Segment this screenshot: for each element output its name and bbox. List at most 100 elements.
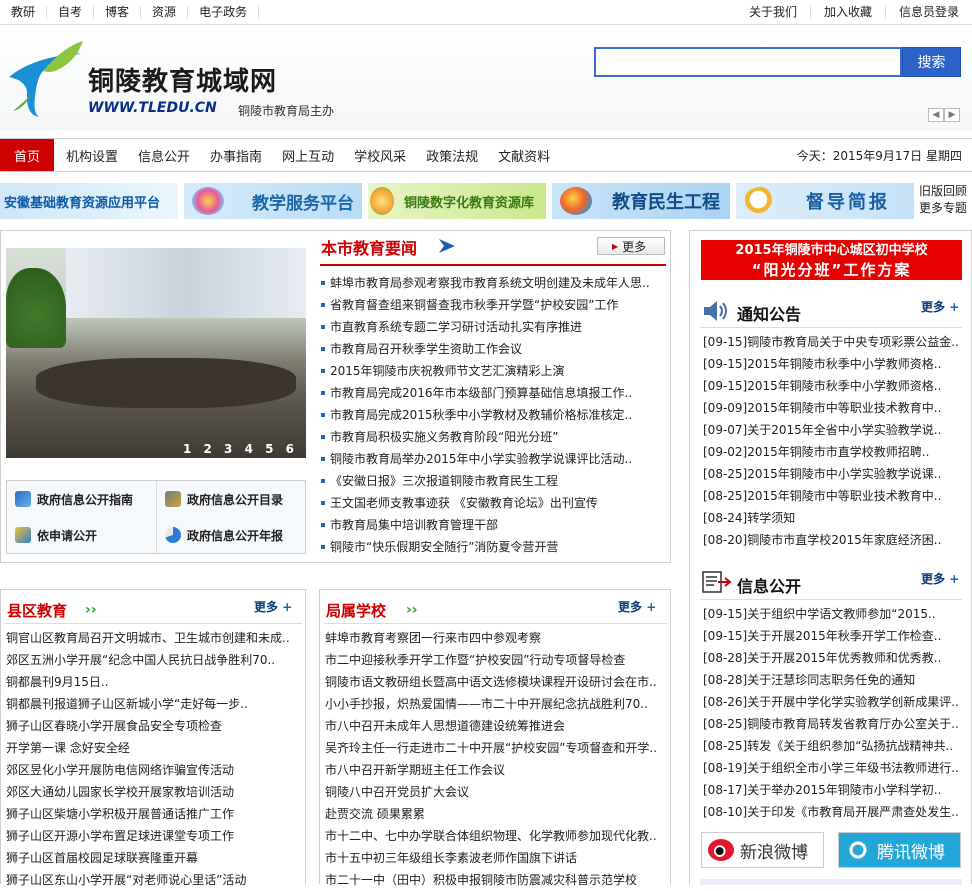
list-item[interactable]: [09-07]关于2015年全省中小学实验教学说..: [703, 419, 961, 441]
list-item[interactable]: [08-19]关于组织全市小学三年级书法教师进行..: [703, 757, 961, 779]
list-item[interactable]: 市八中召开新学期班主任工作会议: [325, 759, 667, 781]
nav-home[interactable]: 首页: [0, 139, 55, 171]
list-item[interactable]: [09-15]2015年铜陵市秋季中小学教师资格..: [703, 353, 961, 375]
list-item[interactable]: [09-09]2015年铜陵市中等职业技术教育中..: [703, 397, 961, 419]
slideshow-pager[interactable]: 1 2 3 4 5 6: [183, 442, 298, 456]
city-news-more-button[interactable]: ▶ 更多: [597, 237, 665, 255]
about-us-link[interactable]: 关于我们: [736, 6, 811, 19]
list-item[interactable]: 狮子山区首届校园足球联赛隆重开幕: [6, 847, 302, 869]
list-item[interactable]: 郊区大通幼儿园家长学校开展家教培训活动: [6, 781, 302, 803]
nav-info-public[interactable]: 信息公开: [128, 139, 200, 171]
list-item[interactable]: 郊区五洲小学开展“纪念中国人民抗日战争胜利70..: [6, 649, 302, 671]
list-item[interactable]: 蚌埠市教育局参观考察我市教育系统文明创建及未成年人思..: [320, 272, 666, 294]
banner-inspection[interactable]: 督导简报: [736, 183, 914, 219]
list-item[interactable]: 铜陵市教育局举办2015年中小学实验教学说课评比活动..: [320, 448, 666, 470]
banner-anhui-platform[interactable]: 安徽基础教育资源应用平台: [0, 183, 178, 219]
tencent-weibo-button[interactable]: 腾讯微博: [838, 832, 961, 868]
add-favorite-link[interactable]: 加入收藏: [811, 6, 886, 19]
list-item[interactable]: 狮子山区柴塘小学积极开展普通话推广工作: [6, 803, 302, 825]
county-more-link[interactable]: 更多 +: [254, 598, 292, 615]
list-item[interactable]: 吴齐玲主任一行走进市二十中开展“护校安园”专项督查和开学..: [325, 737, 667, 759]
nav-guide[interactable]: 办事指南: [200, 139, 272, 171]
slideshow-photo[interactable]: 1 2 3 4 5 6: [6, 248, 306, 458]
list-item[interactable]: 赴贾交流 硕果累累: [325, 803, 667, 825]
list-item[interactable]: 小小手抄报，炽热爱国情——市二十中开展纪念抗战胜利70..: [325, 693, 667, 715]
list-item[interactable]: 市二中迎接秋季开学工作暨“护校安园”行动专项督导检查: [325, 649, 667, 671]
sina-weibo-button[interactable]: 新浪微博: [701, 832, 824, 868]
top-link-zikao[interactable]: 自考: [47, 6, 95, 19]
list-item[interactable]: 市教育局完成2015秋季中小学教材及教辅价格标准核定..: [320, 404, 666, 426]
old-version-link[interactable]: 旧版回顾: [919, 183, 967, 200]
info-more-link[interactable]: 更多 +: [921, 570, 959, 587]
top-link-resources[interactable]: 资源: [141, 6, 189, 19]
list-item[interactable]: [08-17]关于举办2015年铜陵市小学科学初..: [703, 779, 961, 801]
nav-literature[interactable]: 文献资料: [488, 139, 560, 171]
list-item[interactable]: [09-02]2015年铜陵市市直学校教师招聘..: [703, 441, 961, 463]
list-item[interactable]: 市十五中初三年级组长李素波老师作国旗下讲话: [325, 847, 667, 869]
list-item[interactable]: [08-20]铜陵市市直学校2015年家庭经济困..: [703, 529, 961, 551]
list-item[interactable]: 《安徽日报》三次报道铜陵市教育民生工程: [320, 470, 666, 492]
list-item[interactable]: [09-15]关于组织中学语文教师参加“2015..: [703, 603, 961, 625]
nav-organization[interactable]: 机构设置: [56, 139, 128, 171]
prev-arrow-icon[interactable]: ◀: [928, 108, 944, 122]
top-link-egov[interactable]: 电子政务: [188, 6, 260, 19]
list-item[interactable]: 铜陵市语文教研组长暨高中语文选修模块课程开设研讨会在市..: [325, 671, 667, 693]
search-button[interactable]: 搜索: [902, 47, 961, 77]
list-item[interactable]: 市教育局集中培训教育管理干部: [320, 514, 666, 536]
list-item[interactable]: [08-24]转学须知: [703, 507, 961, 529]
search-input[interactable]: [594, 47, 902, 77]
list-item[interactable]: 铜官山区教育局召开文明城市、卫生城市创建和未成..: [6, 627, 302, 649]
list-item[interactable]: 市十二中、七中办学联合体组织物理、化学教师参加现代化教..: [325, 825, 667, 847]
list-item[interactable]: [09-15]铜陵市教育局关于中央专项彩票公益金..: [703, 331, 961, 353]
list-item[interactable]: 蚌埠市教育考察团一行来市四中参观考察: [325, 627, 667, 649]
list-item[interactable]: [08-25]铜陵市教育局转发省教育厅办公室关于..: [703, 713, 961, 735]
list-item[interactable]: 狮子山区春晓小学开展食品安全专项检查: [6, 715, 302, 737]
schools-more-link[interactable]: 更多 +: [618, 598, 656, 615]
divider: [320, 264, 666, 266]
promo-banner[interactable]: 2015年铜陵市中心城区初中学校 “阳光分班”工作方案: [701, 240, 962, 280]
list-item[interactable]: 狮子山区开源小学布置足球进课堂专项工作: [6, 825, 302, 847]
list-item[interactable]: [08-25]2015年铜陵市中小学实验教学说课..: [703, 463, 961, 485]
nav-interaction[interactable]: 网上互动: [272, 139, 344, 171]
list-item[interactable]: 省教育督查组来铜督查我市秋季开学暨“护校安园”工作: [320, 294, 666, 316]
list-item[interactable]: [09-15]2015年铜陵市秋季中小学教师资格..: [703, 375, 961, 397]
list-item[interactable]: [08-28]关于汪慧珍同志职务任免的通知: [703, 669, 961, 691]
login-link[interactable]: 信息员登录: [886, 6, 972, 19]
next-arrow-icon[interactable]: ▶: [944, 108, 960, 122]
more-topics-link[interactable]: 更多专题: [919, 200, 967, 217]
gov-annual-link[interactable]: 政府信息公开年报: [156, 517, 304, 553]
list-item[interactable]: 市教育局召开秋季学生资助工作会议: [320, 338, 666, 360]
banner-teaching-service[interactable]: 教学服务平台: [184, 183, 362, 219]
top-link-jiaoyan[interactable]: 教研: [0, 6, 48, 19]
list-item[interactable]: [08-26]关于开展中学化学实验教学创新成果评..: [703, 691, 961, 713]
list-item[interactable]: 市直教育系统专题二学习研讨活动扎实有序推进: [320, 316, 666, 338]
gov-guide-link[interactable]: 政府信息公开指南: [7, 481, 155, 517]
list-item[interactable]: 市八中召开未成年人思想道德建设统筹推进会: [325, 715, 667, 737]
list-item[interactable]: 狮子山区东山小学开展“对老师说心里话”活动: [6, 869, 302, 891]
gov-apply-link[interactable]: 依申请公开: [7, 517, 155, 553]
notices-more-link[interactable]: 更多 +: [921, 298, 959, 315]
nav-policy[interactable]: 政策法规: [416, 139, 488, 171]
logo-icon[interactable]: [3, 37, 85, 119]
list-item[interactable]: 开学第一课 念好安全经: [6, 737, 302, 759]
list-item[interactable]: 市教育局完成2016年市本级部门预算基础信息填报工作..: [320, 382, 666, 404]
list-item[interactable]: [09-15]关于开展2015年秋季开学工作检查..: [703, 625, 961, 647]
gov-catalog-link[interactable]: 政府信息公开目录: [156, 481, 304, 517]
top-link-blog[interactable]: 博客: [94, 6, 142, 19]
list-item[interactable]: 铜陵市“快乐假期安全随行”消防夏令营开营: [320, 536, 666, 558]
nav-schools[interactable]: 学校风采: [344, 139, 416, 171]
list-item[interactable]: 铜都晨刊报道狮子山区新城小学“走好每一步..: [6, 693, 302, 715]
list-item[interactable]: 2015年铜陵市庆祝教师节文艺汇演精彩上演: [320, 360, 666, 382]
list-item[interactable]: [08-10]关于印发《市教育局开展严肃查处发生..: [703, 801, 961, 823]
list-item[interactable]: 铜陵八中召开党员扩大会议: [325, 781, 667, 803]
list-item[interactable]: [08-28]关于开展2015年优秀教师和优秀教..: [703, 647, 961, 669]
list-item[interactable]: [08-25]转发《关于组织参加“弘扬抗战精神共..: [703, 735, 961, 757]
list-item[interactable]: 铜都晨刊9月15日..: [6, 671, 302, 693]
banner-digital-library[interactable]: 铜陵数字化教育资源库: [368, 183, 546, 219]
list-item[interactable]: 市教育局积极实施义务教育阶段“阳光分班”: [320, 426, 666, 448]
list-item[interactable]: 王文国老师支教事迹获 《安徽教育论坛》出刊宣传: [320, 492, 666, 514]
list-item[interactable]: 郊区昱化小学开展防电信网络诈骗宣传活动: [6, 759, 302, 781]
list-item[interactable]: 市二十一中（田中）积极申报铜陵市防震减灾科普示范学校: [325, 869, 667, 891]
list-item[interactable]: [08-25]2015年铜陵市中等职业技术教育中..: [703, 485, 961, 507]
banner-livelihood[interactable]: 教育民生工程: [552, 183, 730, 219]
